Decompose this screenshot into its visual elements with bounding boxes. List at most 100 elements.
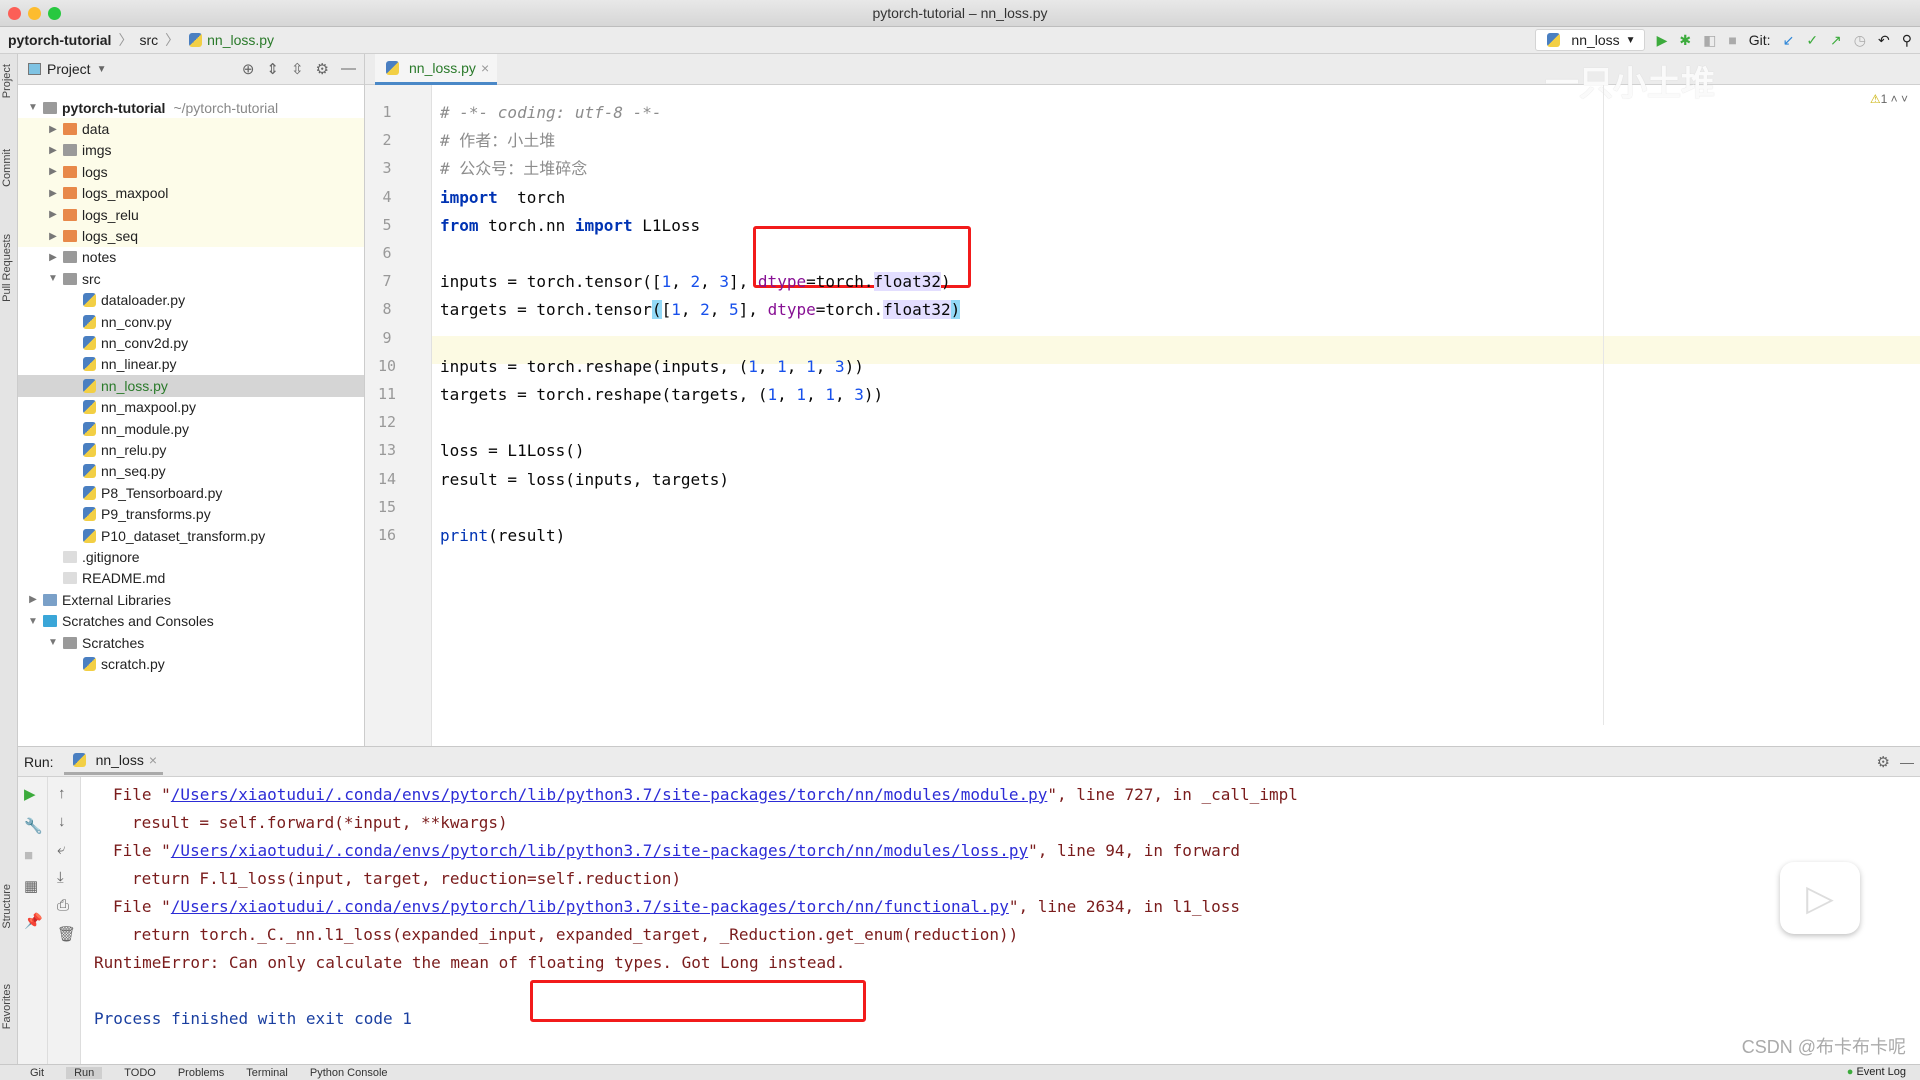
tree-item[interactable]: nn_conv.py (18, 311, 364, 332)
run-tab-nn-loss[interactable]: nn_loss × (63, 748, 164, 775)
code-area[interactable]: 1 2 3 4 5 6 7 8 9 10 11 12 13 14 15 16 ⚠1 ˄ ˅ # -*- cod… (365, 54, 1920, 746)
file-link[interactable]: /Users/xiaotudui/.conda/envs/pytorch/lib… (171, 897, 1009, 916)
close-window-button[interactable] (8, 7, 21, 20)
run-config-select[interactable]: nn_loss ▼ (1535, 29, 1645, 51)
tool-window-problems[interactable]: Problems (178, 1067, 224, 1079)
gear-icon[interactable]: ⚙ (316, 60, 329, 78)
tree-item[interactable]: ▼ Scratches and Consoles (18, 611, 364, 632)
chevron-right-icon[interactable]: ▶ (26, 594, 40, 605)
pull-requests-tool-tab[interactable]: Pull Requests (1, 234, 13, 302)
layout-icon[interactable]: ▦ (24, 877, 38, 895)
hide-run-panel-icon[interactable]: — (1900, 754, 1914, 770)
chevron-down-icon[interactable]: ▼ (26, 102, 40, 113)
tree-item[interactable]: P9_transforms.py (18, 504, 364, 525)
scroll-to-end-icon[interactable]: ⤓ (57, 869, 64, 886)
chevron-right-icon[interactable]: ▶ (46, 252, 60, 263)
tree-item[interactable]: ▼ pytorch-tutorial ~/pytorch-tutorial (18, 97, 364, 118)
tree-item[interactable]: ▶ data (18, 118, 364, 140)
stop-icon[interactable]: ■ (24, 847, 33, 864)
inspection-widget[interactable]: ⚠1 ˄ ˅ (1870, 92, 1908, 106)
structure-tool-tab[interactable]: Structure (1, 884, 13, 929)
tree-item[interactable]: ▶ logs_maxpool (18, 182, 364, 204)
tree-item[interactable]: ▶ logs_seq (18, 225, 364, 247)
chevron-down-icon[interactable]: ▼ (46, 273, 60, 284)
tree-item[interactable]: nn_conv2d.py (18, 332, 364, 353)
breadcrumb-src[interactable]: src (139, 32, 158, 48)
chevron-right-icon[interactable]: ▶ (46, 209, 60, 220)
git-update-icon[interactable]: ↙ (1783, 32, 1795, 49)
chevron-down-icon[interactable]: ▼ (46, 637, 60, 648)
tree-item[interactable]: dataloader.py (18, 290, 364, 311)
tree-item[interactable]: nn_module.py (18, 418, 364, 439)
tree-item[interactable]: scratch.py (18, 653, 364, 674)
tool-window-terminal[interactable]: Terminal (246, 1067, 288, 1079)
event-log-button[interactable]: ● Event Log (1847, 1066, 1906, 1078)
run-settings-gear-icon[interactable]: ⚙ (1877, 753, 1890, 771)
expand-all-icon[interactable]: ⇕ (266, 60, 279, 78)
trash-icon[interactable]: 🗑 (57, 925, 76, 943)
chevron-right-icon[interactable]: ▶ (46, 231, 60, 242)
file-link[interactable]: /Users/xiaotudui/.conda/envs/pytorch/lib… (171, 841, 1028, 860)
locate-icon[interactable]: ⊕ (242, 60, 255, 78)
tree-item[interactable]: nn_loss.py (18, 375, 364, 397)
run-icon[interactable]: ▶ (1657, 32, 1668, 49)
chevron-right-icon[interactable]: ▶ (46, 166, 60, 177)
pin-icon[interactable]: 📌 (24, 912, 43, 930)
collapse-all-icon[interactable]: ⇳ (291, 60, 304, 78)
chevron-right-icon[interactable]: ▶ (46, 145, 60, 156)
tree-item-label: nn_relu.py (101, 442, 167, 459)
chevron-down-icon[interactable]: ▼ (26, 616, 40, 627)
hide-icon[interactable]: — (341, 60, 356, 78)
print-icon[interactable]: ⎙ (57, 897, 69, 914)
tool-window-todo[interactable]: TODO (124, 1067, 156, 1079)
rollback-icon[interactable]: ↶ (1878, 32, 1890, 49)
tree-item[interactable]: ▶ imgs (18, 139, 364, 162)
up-arrow-icon[interactable]: ↑ (58, 785, 66, 802)
coverage-icon[interactable]: ◧ (1703, 32, 1716, 49)
maximize-window-button[interactable] (48, 7, 61, 20)
tool-window-run[interactable]: Run (66, 1066, 103, 1079)
line-number: 6 (382, 244, 392, 262)
breadcrumb-file[interactable]: nn_loss.py (207, 32, 274, 48)
git-commit-icon[interactable]: ✓ (1806, 32, 1818, 49)
down-arrow-icon[interactable]: ↓ (58, 813, 66, 830)
search-icon[interactable]: ⚲ (1902, 32, 1912, 49)
commit-tool-tab[interactable]: Commit (1, 149, 13, 187)
tree-item[interactable]: ▶ notes (18, 247, 364, 268)
tree-item[interactable]: P10_dataset_transform.py (18, 525, 364, 546)
tree-item[interactable]: nn_seq.py (18, 461, 364, 482)
chevron-right-icon[interactable]: ▶ (46, 124, 60, 135)
close-run-tab-icon[interactable]: × (149, 752, 157, 768)
tree-item[interactable]: nn_linear.py (18, 354, 364, 375)
tool-window-git[interactable]: Git (30, 1067, 44, 1079)
tree-item[interactable]: ▶ logs (18, 161, 364, 183)
soft-wrap-icon[interactable]: ⤶ (57, 841, 65, 858)
tree-item[interactable]: ▶ External Libraries (18, 589, 364, 610)
rerun-icon[interactable]: ▶ (24, 785, 36, 803)
tree-item[interactable]: ▶ logs_relu (18, 204, 364, 226)
tree-item[interactable]: ▼ Scratches (18, 632, 364, 653)
wrench-icon[interactable]: 🔧 (24, 817, 43, 835)
tree-item[interactable]: nn_maxpool.py (18, 397, 364, 418)
chevron-right-icon[interactable]: ▶ (46, 188, 60, 199)
favorites-tool-tab[interactable]: Favorites (1, 984, 13, 1029)
code-line: from torch.nn import L1Loss (440, 212, 700, 240)
tree-item[interactable]: .gitignore (18, 546, 364, 567)
tree-item[interactable]: P8_Tensorboard.py (18, 482, 364, 503)
project-view-select[interactable]: Project (47, 61, 91, 77)
history-icon[interactable]: ◷ (1854, 32, 1866, 49)
minimize-window-button[interactable] (28, 7, 41, 20)
tree-item-label: P10_dataset_transform.py (101, 527, 266, 544)
tree-item[interactable]: nn_relu.py (18, 439, 364, 460)
git-push-icon[interactable]: ↗ (1830, 32, 1842, 49)
debug-icon[interactable]: ✱ (1679, 32, 1691, 49)
python-file-icon (83, 464, 96, 479)
project-tool-tab[interactable]: Project (1, 64, 13, 98)
console-output[interactable]: ▷ CSDN @布卡布卡呢 File "/Users/xiaotudui/.co… (81, 777, 1920, 1065)
tree-item[interactable]: ▼ src (18, 268, 364, 289)
tool-window-python-console[interactable]: Python Console (310, 1067, 388, 1079)
file-link[interactable]: /Users/xiaotudui/.conda/envs/pytorch/lib… (171, 785, 1048, 804)
tree-item[interactable]: README.md (18, 568, 364, 589)
breadcrumb-project[interactable]: pytorch-tutorial (8, 32, 111, 48)
stop-icon[interactable]: ■ (1728, 32, 1736, 48)
